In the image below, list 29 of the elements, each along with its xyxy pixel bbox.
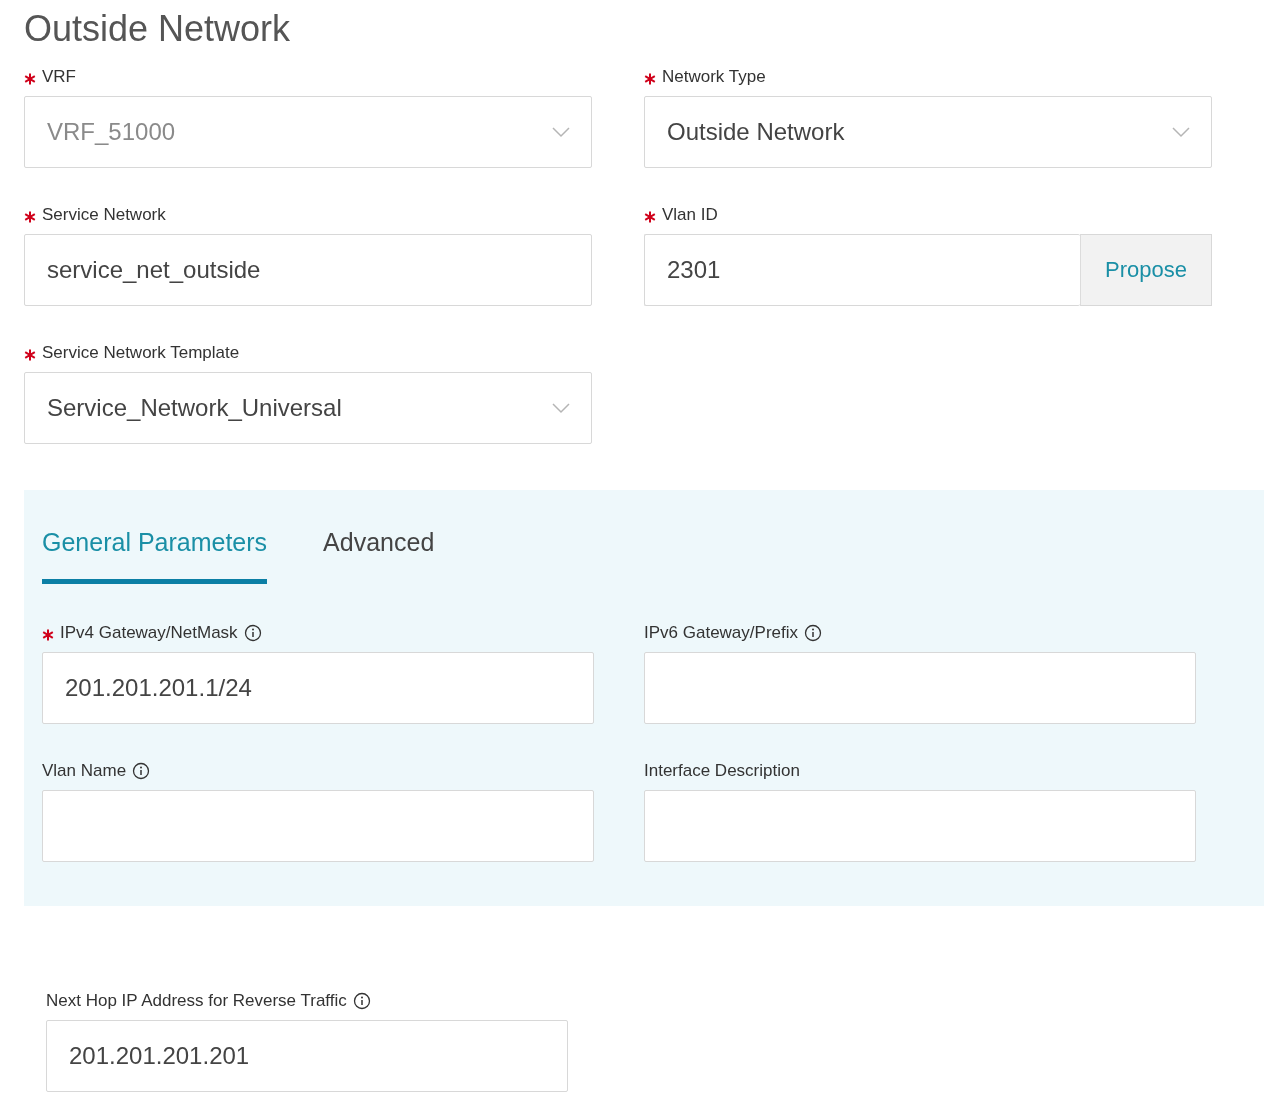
field-label: Network Type (662, 67, 766, 87)
input-field[interactable]: 201.201.201.1/24 (42, 652, 594, 724)
input-field[interactable]: 201.201.201.201 (46, 1020, 568, 1092)
input-field[interactable]: 2301 (644, 234, 1080, 306)
input-field[interactable] (42, 790, 594, 862)
field-label: Service Network Template (42, 343, 240, 363)
field-label: IPv4 Gateway/NetMask (60, 623, 238, 643)
tab[interactable]: Advanced (323, 518, 435, 584)
dropdown[interactable]: Service_Network_Universal (24, 372, 592, 444)
chevron-icon (1171, 126, 1191, 138)
input-field[interactable] (644, 652, 1196, 724)
tab[interactable]: General Parameters (42, 518, 268, 584)
dropdown[interactable]: Outside Network (644, 96, 1212, 168)
info-icon[interactable] (804, 624, 822, 642)
chevron-icon (551, 126, 571, 138)
input-field[interactable] (644, 790, 1196, 862)
info-icon[interactable] (352, 992, 371, 1010)
field-label: Vlan ID (662, 205, 718, 225)
field-label: IPv6 Gateway/Prefix (644, 623, 798, 643)
field-label: Interface Description (644, 761, 800, 781)
chevron-icon (551, 402, 571, 414)
info-icon[interactable] (243, 624, 262, 642)
page-title: Outside Network (24, 8, 292, 50)
field-label: Vlan Name (42, 761, 127, 781)
field-label: Service Network (42, 205, 166, 225)
field-label: VRF (42, 67, 76, 87)
input-field[interactable]: service_net_outside (24, 234, 592, 306)
field-label: Next Hop IP Address for Reverse Traffic (46, 991, 347, 1011)
info-icon[interactable] (132, 762, 151, 780)
